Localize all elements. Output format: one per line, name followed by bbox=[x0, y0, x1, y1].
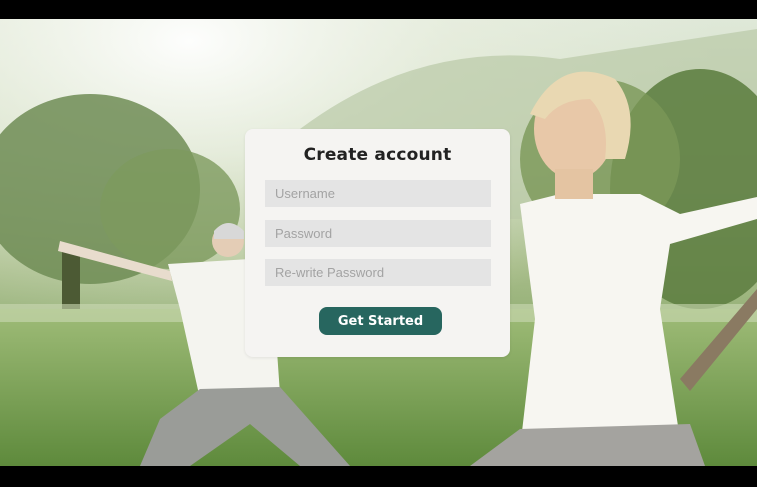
username-field[interactable] bbox=[265, 180, 491, 207]
card-title: Create account bbox=[303, 145, 452, 165]
rewrite-password-field[interactable] bbox=[265, 259, 491, 286]
app-window: Create account Get Started bbox=[0, 0, 757, 487]
create-account-card: Create account Get Started bbox=[245, 129, 510, 357]
get-started-button[interactable]: Get Started bbox=[319, 307, 442, 335]
password-field[interactable] bbox=[265, 220, 491, 247]
